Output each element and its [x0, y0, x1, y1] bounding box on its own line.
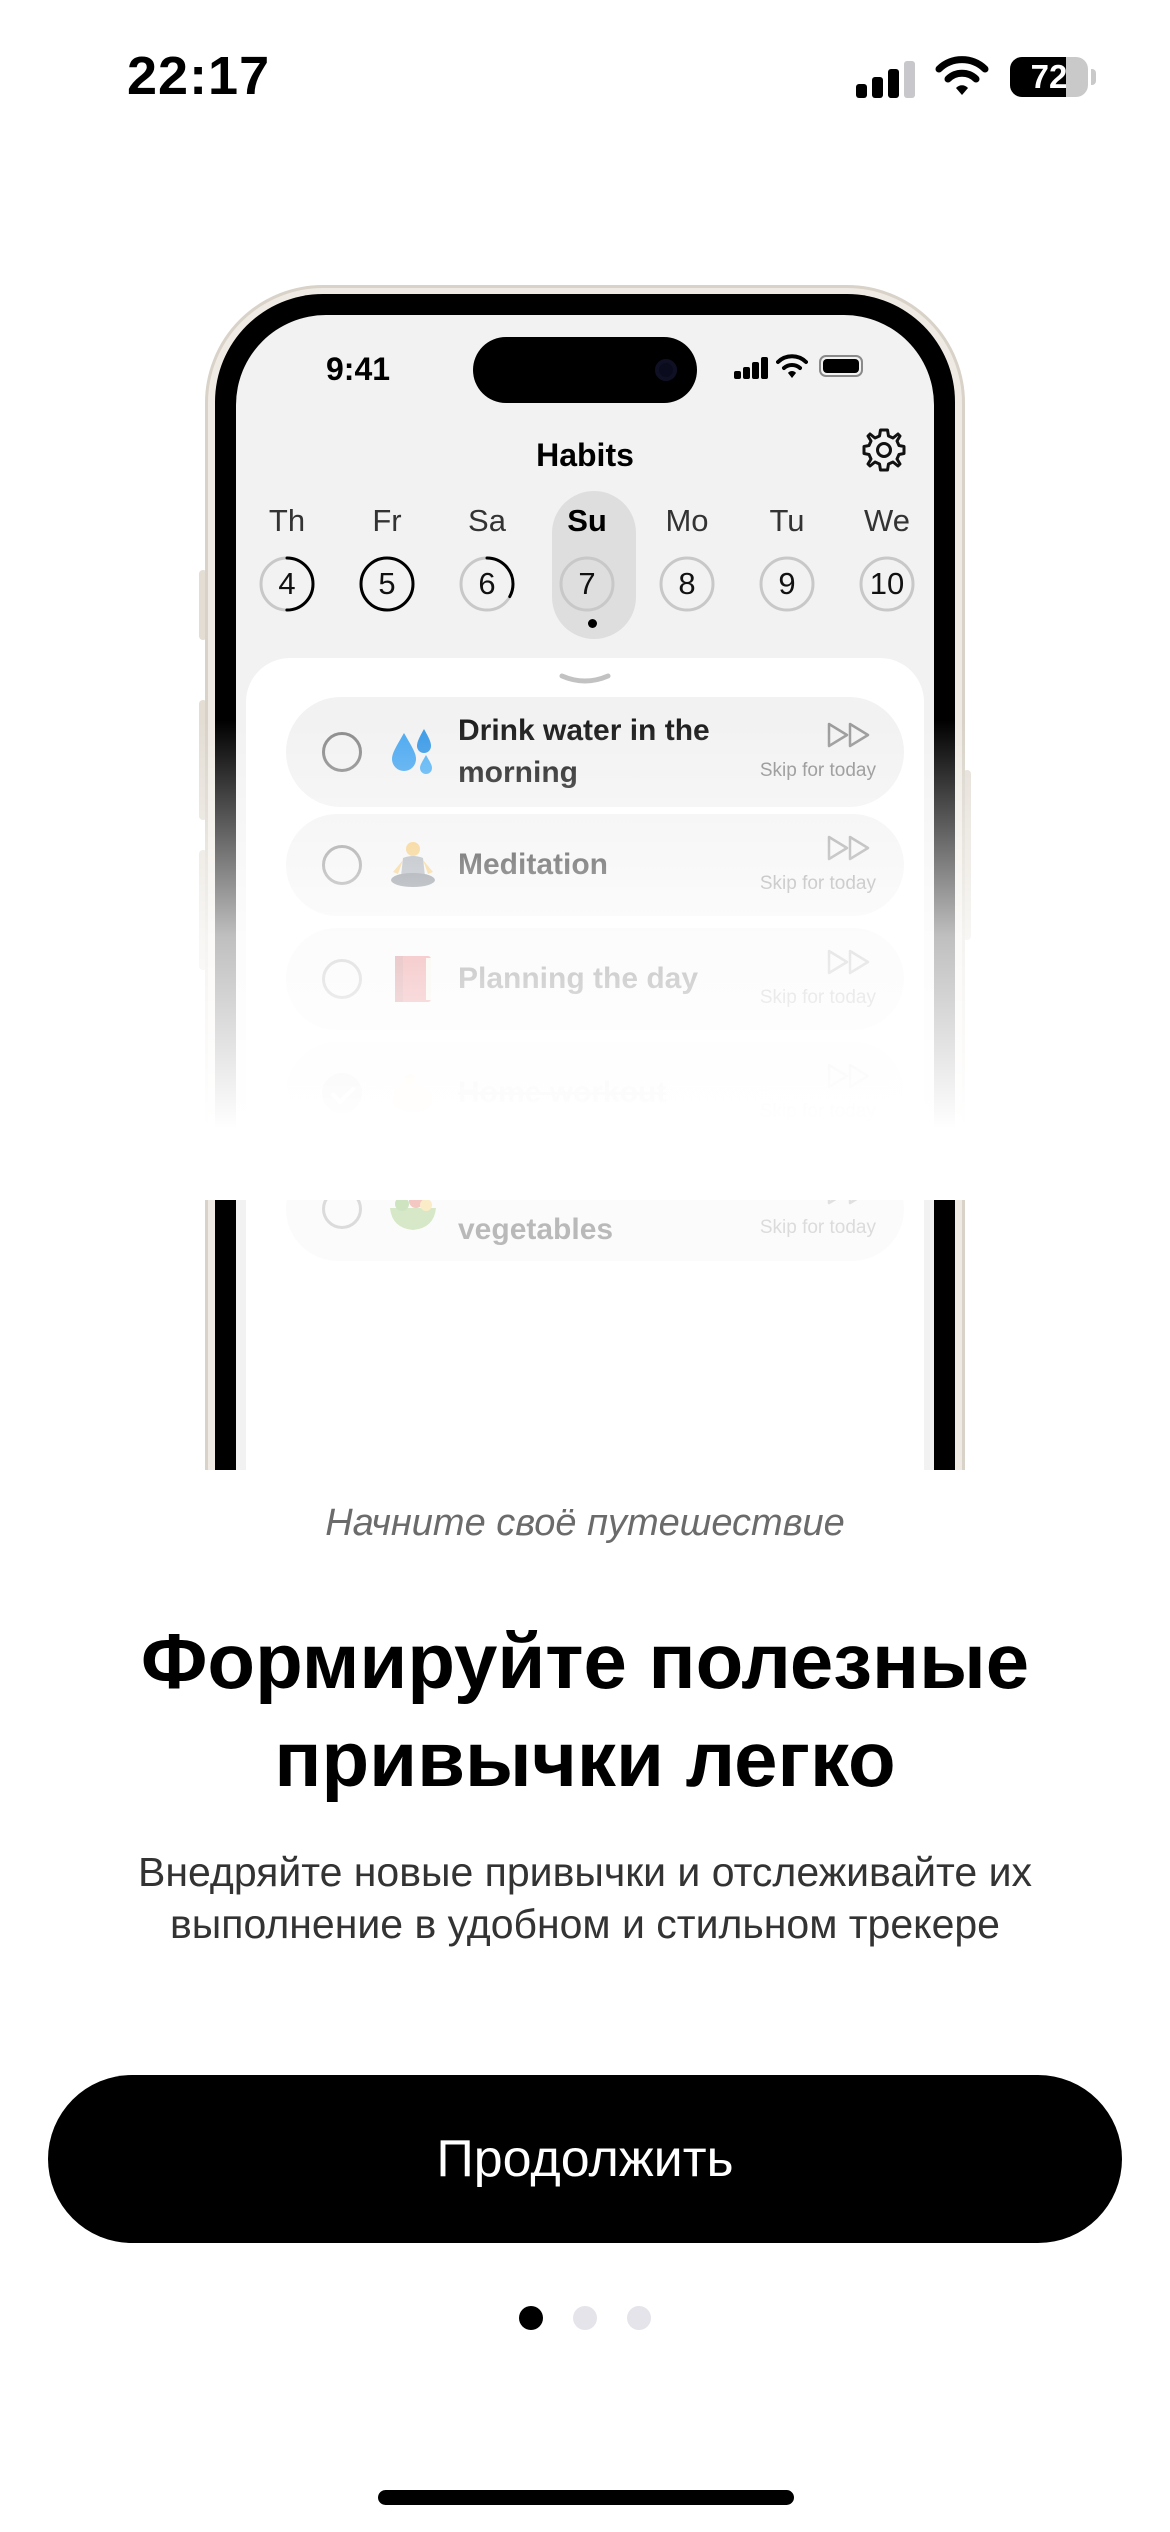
- day-progress-ring: 8: [658, 555, 716, 613]
- page-dot[interactable]: [519, 2306, 543, 2330]
- gear-icon: [862, 428, 906, 472]
- day-tu[interactable]: Tu 9: [737, 491, 837, 641]
- home-indicator[interactable]: [378, 2490, 794, 2505]
- day-name: Th: [268, 503, 306, 538]
- day-name: Mo: [665, 503, 709, 538]
- mockup-wifi-icon: [776, 354, 808, 378]
- page-indicator: [0, 2306, 1170, 2332]
- day-mo[interactable]: Mo 8: [637, 491, 737, 641]
- day-progress-ring: 5: [358, 555, 416, 613]
- day-progress-ring: 9: [758, 555, 816, 613]
- dynamic-island: [473, 337, 697, 403]
- battery-percent: 72: [1030, 58, 1068, 95]
- day-number: 7: [578, 566, 596, 601]
- onboarding-subtitle: Начните своё путешествие: [325, 1502, 845, 1544]
- day-name: Su: [567, 503, 607, 538]
- mockup-status-time: 9:41: [326, 351, 391, 387]
- page-dot[interactable]: [627, 2306, 651, 2330]
- day-progress-ring: 6: [458, 555, 516, 613]
- status-time: 22:17: [127, 46, 271, 106]
- day-progress-ring: 4: [258, 555, 316, 613]
- day-name: Fr: [372, 503, 402, 538]
- day-th[interactable]: Th 4: [237, 491, 337, 641]
- camera-icon: [655, 359, 677, 381]
- day-progress-ring: 10: [858, 555, 916, 613]
- selected-day-dot: [588, 619, 597, 628]
- page-dot[interactable]: [573, 2306, 597, 2330]
- chevron-down-icon[interactable]: [558, 672, 612, 686]
- day-sa[interactable]: Sa 6: [437, 491, 537, 641]
- day-number: 9: [778, 566, 796, 601]
- day-number: 10: [869, 566, 905, 601]
- day-number: 8: [678, 566, 696, 601]
- onboarding-headline: Формируйте полезные привычки легко: [140, 1617, 1030, 1803]
- mockup-battery-icon: [819, 355, 863, 377]
- day-name: We: [864, 503, 910, 538]
- onboarding-description: Внедряйте новые привычки и отслеживайте …: [138, 1849, 1032, 1947]
- day-su[interactable]: Su 7: [537, 491, 637, 641]
- fade-overlay: [0, 720, 1170, 1200]
- status-bar: 22:17 72: [0, 0, 1170, 150]
- day-we[interactable]: We 10: [837, 491, 934, 641]
- day-number: 5: [378, 566, 396, 601]
- day-fr[interactable]: Fr 5: [337, 491, 437, 641]
- week-day-selector: Th 4 Fr 5 Sa 6 Su 7 Mo 8 Tu 9 We 10: [236, 491, 934, 641]
- cellular-signal-icon: [856, 60, 916, 98]
- continue-button[interactable]: Продолжить: [48, 2075, 1122, 2243]
- battery-tip: [1091, 69, 1096, 85]
- skip-for-today-label: Skip for today: [759, 1217, 876, 1238]
- day-progress-ring: 7: [558, 555, 616, 613]
- mockup-signal-icon: [734, 357, 768, 379]
- day-name: Tu: [769, 503, 805, 538]
- day-number: 4: [278, 566, 296, 601]
- habits-title: Habits: [536, 437, 634, 473]
- day-number: 6: [478, 566, 496, 601]
- wifi-icon: [935, 56, 989, 95]
- battery-icon: 72: [1010, 57, 1088, 97]
- day-name: Sa: [468, 503, 506, 538]
